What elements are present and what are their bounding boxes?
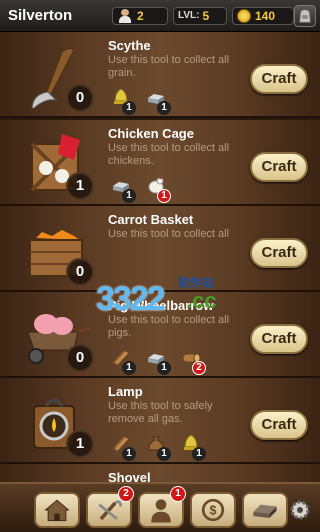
tool-list[interactable]: 0 Scythe Use this tool to collect all gr…: [0, 32, 320, 482]
tool-name: Carrot Basket: [108, 212, 194, 227]
coin-counter: 140: [232, 6, 294, 25]
requirement-sack: 1: [145, 432, 171, 461]
tool-name: Lamp: [108, 384, 143, 399]
owned-count: 0: [66, 258, 94, 286]
owned-count: 1: [66, 430, 94, 458]
tool-row-scythe: 0 Scythe Use this tool to collect all gr…: [0, 32, 320, 118]
requirement-plank: 1: [110, 346, 136, 375]
population-icon: [117, 8, 133, 23]
tool-row-lamp: 1 Lamp Use this tool to safely remove al…: [0, 378, 320, 464]
inventory-button[interactable]: [294, 5, 316, 27]
backpack-icon: [299, 9, 311, 23]
bottom-nav: 2 1 $: [0, 482, 320, 532]
requirement-count: 1: [122, 189, 136, 203]
craft-button[interactable]: Craft: [250, 64, 308, 94]
owned-count: 1: [66, 172, 94, 200]
craft-button[interactable]: Craft: [250, 152, 308, 182]
watermark-logo: 3322 软件站 .cc: [96, 274, 236, 322]
requirement-chicken: 1: [145, 174, 171, 203]
dollar-icon: $: [201, 498, 225, 522]
craft-button[interactable]: Craft: [250, 238, 308, 268]
requirement-metal: 1: [145, 86, 171, 115]
nav-badge: 1: [170, 486, 186, 502]
nav-home-button[interactable]: [34, 492, 80, 528]
owned-count: 0: [66, 344, 94, 372]
top-bar: Silverton 2 LVL: 5 140: [0, 0, 320, 32]
nav-resources-button[interactable]: [242, 492, 288, 528]
town-name: Silverton: [8, 7, 73, 24]
svg-text:$: $: [210, 503, 217, 517]
requirement-log: 2: [180, 346, 206, 375]
requirement-count: 1: [157, 189, 171, 203]
house-icon: [44, 499, 70, 522]
requirement-bell: 1: [110, 86, 136, 115]
tool-name: Shovel: [108, 470, 151, 482]
requirement-count: 1: [122, 101, 136, 115]
population-counter: 2: [112, 6, 168, 25]
tool-row-chicken-cage: 1 Chicken Cage Use this tool to collect …: [0, 120, 320, 206]
level-value: 5: [202, 8, 210, 23]
craft-button[interactable]: Craft: [250, 410, 308, 440]
nav-market-button[interactable]: $: [190, 492, 236, 528]
tool-row-shovel: Shovel: [0, 464, 320, 482]
requirement-count: 1: [157, 101, 171, 115]
tool-description: Use this tool to collect all grain.: [108, 54, 230, 79]
tool-description: Use this tool to collect all chickens.: [108, 142, 230, 167]
requirement-metal: 1: [110, 174, 136, 203]
population-value: 2: [137, 8, 144, 23]
coin-icon: [237, 8, 251, 23]
nav-badge: 2: [118, 486, 134, 502]
tool-description: Use this tool to collect all: [108, 228, 230, 240]
requirement-count: 1: [157, 361, 171, 375]
nav-tools-button[interactable]: 2: [86, 486, 134, 528]
gear-icon: [290, 500, 310, 520]
requirement-plank: 1: [110, 432, 136, 461]
coin-value: 140: [255, 8, 276, 23]
tool-description: Use this tool to safely remove all gas.: [108, 400, 213, 425]
ingot-icon: [253, 504, 277, 518]
requirement-count: 1: [122, 361, 136, 375]
requirement-count: 1: [157, 447, 171, 461]
requirement-count: 2: [192, 361, 206, 375]
requirement-count: 1: [192, 447, 206, 461]
settings-button[interactable]: [288, 498, 312, 522]
requirement-bell: 1: [180, 432, 206, 461]
requirement-metal: 1: [145, 346, 171, 375]
tool-name: Chicken Cage: [108, 126, 194, 141]
craft-button[interactable]: Craft: [250, 324, 308, 354]
nav-workers-button[interactable]: 1: [138, 486, 186, 528]
tool-name: Scythe: [108, 38, 151, 53]
level-label: LVL:: [178, 10, 200, 21]
level-counter: LVL: 5: [173, 6, 227, 25]
owned-count: 0: [66, 84, 94, 112]
requirement-count: 1: [122, 447, 136, 461]
watermark-number: 3322: [96, 280, 166, 318]
watermark-domain: .cc: [186, 288, 217, 313]
